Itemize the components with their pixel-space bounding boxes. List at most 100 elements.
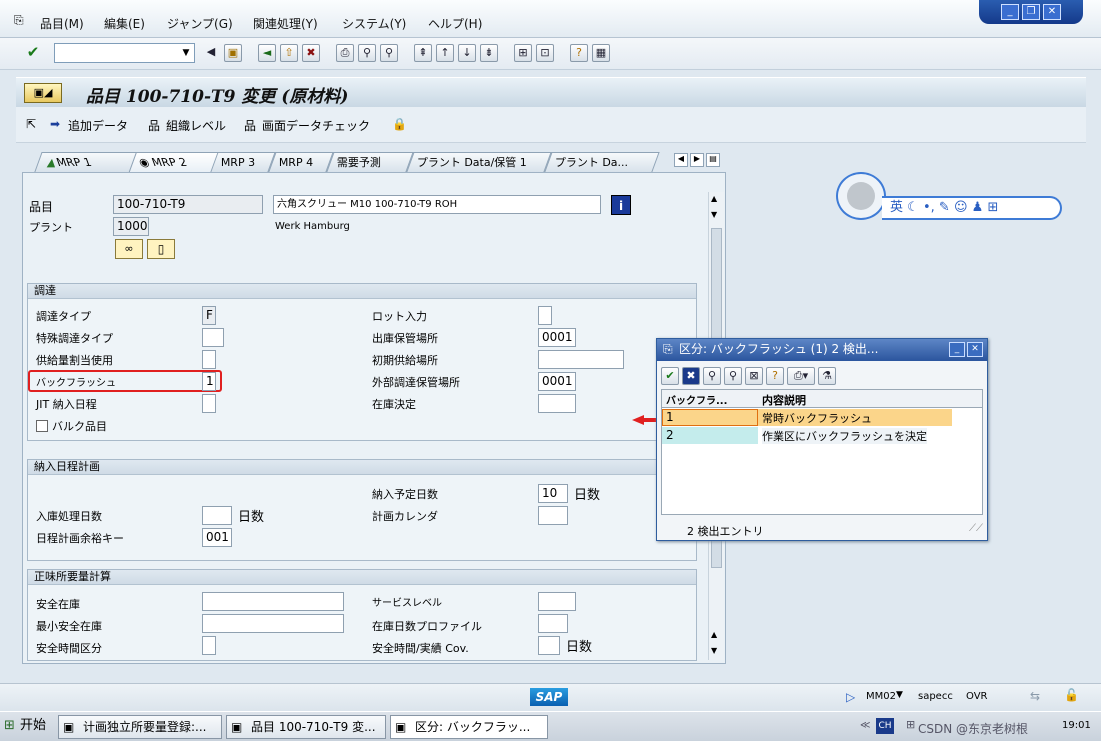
document-icon[interactable]: ▯ bbox=[147, 239, 175, 259]
back-icon[interactable]: ◄ bbox=[258, 44, 276, 62]
help-icon[interactable]: ? bbox=[570, 44, 588, 62]
tab-mrp3[interactable]: MRP 3 bbox=[210, 152, 276, 172]
popup-print-icon[interactable]: ⎙▾ bbox=[787, 367, 815, 385]
first-page-icon[interactable]: ⇞ bbox=[414, 44, 432, 62]
task-ind-req[interactable]: ▣ 计画独立所要量登録:... bbox=[58, 715, 222, 739]
coverage-profile-field[interactable] bbox=[538, 614, 568, 633]
tools-icon[interactable]: ✎ bbox=[939, 200, 950, 215]
lock-icon[interactable]: 🔒 bbox=[392, 117, 407, 131]
menu-edit[interactable]: 編集(E) bbox=[104, 15, 145, 32]
close-icon[interactable]: ✕ bbox=[1043, 4, 1061, 20]
lot-entry-field[interactable] bbox=[538, 306, 552, 325]
command-field[interactable]: ▼ bbox=[54, 43, 195, 63]
tab-scroll-right-icon[interactable]: ▶ bbox=[690, 153, 704, 167]
cancel-icon[interactable]: ✖ bbox=[302, 44, 320, 62]
stock-det-field[interactable] bbox=[538, 394, 576, 413]
back-arrow-icon[interactable]: ◀ bbox=[202, 44, 220, 62]
dropdown-icon[interactable]: ▼ bbox=[178, 44, 194, 62]
popup-sort-icon[interactable]: ⊠ bbox=[745, 367, 763, 385]
menu-toggle-icon[interactable]: ▣◢ bbox=[24, 83, 62, 103]
find-icon[interactable]: ⚲ bbox=[358, 44, 376, 62]
backflush-field[interactable]: 1 bbox=[202, 372, 216, 391]
shirt-icon[interactable]: ♟ bbox=[972, 200, 984, 215]
grid-row-1[interactable]: 1 常時バックフラッシュ bbox=[662, 409, 952, 426]
next-page-icon[interactable]: ↓ bbox=[458, 44, 476, 62]
scroll-up-icon[interactable]: ▲ bbox=[711, 194, 717, 203]
popup-find-next-icon[interactable]: ⚲ bbox=[724, 367, 742, 385]
grid-row-2[interactable]: 2 作業区にバックフラッシュを決定 bbox=[662, 427, 952, 444]
ime-bar[interactable]: 英 ☾ •, ✎ ☺ ♟ ⊞ bbox=[882, 196, 1062, 220]
menu-material[interactable]: 品目(M) bbox=[40, 15, 84, 32]
safety-time-field[interactable] bbox=[202, 636, 216, 655]
planning-calendar-field[interactable] bbox=[538, 506, 568, 525]
menu-extras[interactable]: 関連処理(Y) bbox=[253, 15, 318, 32]
minimize-icon[interactable]: _ bbox=[1001, 4, 1019, 20]
org-levels-button[interactable]: 組織レベル bbox=[166, 117, 226, 134]
scroll-up-bottom-icon[interactable]: ▲ bbox=[711, 630, 717, 639]
grid-col-key[interactable]: バックフラ... bbox=[666, 392, 727, 407]
popup-personalize-icon[interactable]: ⚗ bbox=[818, 367, 836, 385]
exit-icon[interactable]: ⇧ bbox=[280, 44, 298, 62]
confirm-icon[interactable]: ✔ bbox=[661, 367, 679, 385]
safety-cov-field[interactable] bbox=[538, 636, 560, 655]
additional-data-button[interactable]: 追加データ bbox=[68, 117, 128, 134]
ime-avatar[interactable] bbox=[836, 172, 886, 220]
planned-delivery-field[interactable]: 10 bbox=[538, 484, 568, 503]
tab-mrp1[interactable]: ◢ MRP 1 bbox=[34, 152, 138, 172]
check-screen-button[interactable]: 画面データチェック bbox=[262, 117, 370, 134]
menu-system[interactable]: システム(Y) bbox=[342, 15, 406, 32]
cancel-selection-icon[interactable]: ✖ bbox=[682, 367, 700, 385]
tab-plant-data-1[interactable]: プラント Data/保管 1 bbox=[406, 152, 552, 172]
ime-mode[interactable]: 英 bbox=[890, 200, 903, 215]
special-procurement-field[interactable] bbox=[202, 328, 224, 347]
tab-forecast[interactable]: 需要予測 bbox=[326, 152, 414, 172]
tray-expand-icon[interactable]: ≪ bbox=[860, 720, 870, 731]
status-dropdown-icon[interactable]: ▼ bbox=[896, 690, 903, 700]
issue-sloc-field[interactable]: 0001 bbox=[538, 328, 576, 347]
ext-sloc-field[interactable]: 0001 bbox=[538, 372, 576, 391]
last-page-icon[interactable]: ⇟ bbox=[480, 44, 498, 62]
grid-icon[interactable]: ⊞ bbox=[987, 200, 998, 215]
session-icon[interactable]: ⎘ bbox=[14, 13, 24, 28]
tab-list-icon[interactable]: ▤ bbox=[706, 153, 720, 167]
tab-plant-data-2[interactable]: プラント Da... bbox=[544, 152, 660, 172]
grid-col-desc[interactable]: 内容説明 bbox=[762, 392, 806, 408]
resize-grip-icon[interactable]: ⟋⟋ bbox=[969, 523, 983, 534]
save-icon[interactable]: ▣ bbox=[224, 44, 242, 62]
punct-icon[interactable]: •, bbox=[923, 200, 935, 215]
margin-key-field[interactable]: 001 bbox=[202, 528, 232, 547]
status-expand-icon[interactable]: ▷ bbox=[846, 690, 855, 704]
org-icon[interactable]: ∞ bbox=[115, 239, 143, 259]
start-button[interactable]: ⊞ 开始 bbox=[2, 715, 52, 739]
popup-close-icon[interactable]: ✕ bbox=[967, 342, 983, 357]
print-icon[interactable]: ⎙ bbox=[336, 44, 354, 62]
tab-mrp4[interactable]: MRP 4 bbox=[268, 152, 334, 172]
scroll-down-icon[interactable]: ▼ bbox=[711, 646, 717, 655]
layout-icon[interactable]: ▦ bbox=[592, 44, 610, 62]
gr-time-field[interactable] bbox=[202, 506, 232, 525]
language-indicator[interactable]: CH bbox=[876, 718, 894, 734]
popup-help-icon[interactable]: ? bbox=[766, 367, 784, 385]
material-description-field[interactable]: 六角スクリュー M10 100-710-T9 ROH bbox=[273, 195, 601, 214]
enter-icon[interactable]: ✔ bbox=[24, 44, 42, 62]
bulk-checkbox[interactable] bbox=[36, 420, 48, 432]
prev-page-icon[interactable]: ↑ bbox=[436, 44, 454, 62]
service-level-field[interactable] bbox=[538, 592, 576, 611]
jit-field[interactable] bbox=[202, 394, 216, 413]
new-session-icon[interactable]: ⊞ bbox=[514, 44, 532, 62]
moon-icon[interactable]: ☾ bbox=[907, 200, 919, 215]
safety-stock-field[interactable] bbox=[202, 592, 344, 611]
supply-area-field[interactable] bbox=[538, 350, 624, 369]
menu-help[interactable]: ヘルプ(H) bbox=[428, 15, 482, 32]
info-icon[interactable]: i bbox=[611, 195, 631, 215]
popup-find-icon[interactable]: ⚲ bbox=[703, 367, 721, 385]
task-material[interactable]: ▣ 品目 100-710-T9 変... bbox=[226, 715, 386, 739]
tab-mrp2[interactable]: ◉ MRP 2 bbox=[127, 152, 221, 174]
shortcut-icon[interactable]: ⊡ bbox=[536, 44, 554, 62]
additional-data-icon[interactable]: ⇱ bbox=[26, 117, 36, 131]
scroll-down-small-icon[interactable]: ▼ bbox=[711, 210, 717, 219]
emoji-icon[interactable]: ☺ bbox=[954, 200, 968, 215]
restore-icon[interactable]: ❐ bbox=[1022, 4, 1040, 20]
tab-scroll-left-icon[interactable]: ◀ bbox=[674, 153, 688, 167]
find-next-icon[interactable]: ⚲ bbox=[380, 44, 398, 62]
